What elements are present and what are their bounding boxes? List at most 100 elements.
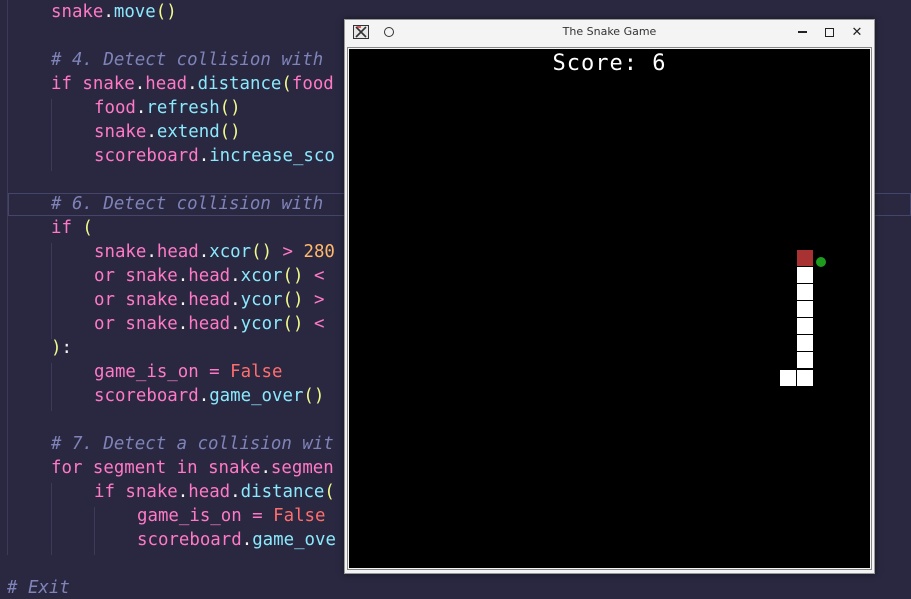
snake-segment: [796, 300, 814, 318]
code-token: snake: [51, 2, 104, 22]
game-canvas[interactable]: Score: 6: [349, 49, 870, 568]
code-token: extend: [156, 122, 220, 142]
code-token: if: [51, 218, 83, 238]
food-pellet: [816, 257, 826, 267]
snake-segment: [796, 351, 814, 369]
code-token: ycor: [240, 290, 283, 310]
code-token: xcor: [209, 242, 252, 262]
code-token: False: [230, 362, 283, 382]
code-token: snake: [82, 74, 135, 94]
indent-guide: [51, 363, 52, 411]
code-token: False: [273, 506, 326, 526]
code-token: or: [94, 290, 126, 310]
code-token: distance: [240, 482, 325, 502]
canvas-frame: Score: 6: [347, 47, 872, 570]
code-token: .: [177, 290, 189, 310]
code-token: (): [155, 2, 177, 22]
code-line: snake.extend(): [94, 120, 241, 144]
close-icon: ✕: [851, 24, 863, 40]
code-line: or snake.head.ycor() <: [94, 312, 324, 336]
snake-segment: [796, 266, 814, 284]
code-token: # 7. Detect a collision wit: [51, 434, 334, 454]
code-token: ycor: [240, 314, 283, 334]
code-token: (): [251, 242, 273, 262]
maximize-icon: [824, 27, 834, 37]
code-line: or snake.head.ycor() >: [94, 288, 324, 312]
minimize-button[interactable]: [789, 20, 815, 44]
code-token: <: [303, 266, 325, 286]
snake-game-window[interactable]: The Snake Game ✕ Score: 6: [344, 19, 875, 574]
code-token: if: [94, 482, 126, 502]
indent-guide: [51, 483, 52, 555]
code-token: (: [324, 482, 335, 502]
code-token: scoreboard: [94, 386, 199, 406]
code-token: .: [260, 458, 271, 478]
code-token: snake: [125, 314, 178, 334]
titlebar[interactable]: The Snake Game ✕: [345, 20, 874, 44]
code-token: (): [219, 122, 241, 142]
code-token: =: [241, 506, 274, 526]
indent-guide: [7, 0, 8, 555]
code-token: (: [281, 74, 292, 94]
code-line: # 6. Detect collision with: [51, 192, 323, 216]
code-token: snake: [94, 242, 147, 262]
code-token: .: [198, 386, 210, 406]
code-token: game_is_on: [137, 506, 242, 526]
snake-head: [796, 249, 814, 267]
code-token: head: [188, 266, 231, 286]
code-token: distance: [197, 74, 282, 94]
code-token: # 4. Detect collision with: [51, 50, 324, 70]
code-token: =: [198, 362, 231, 382]
code-token: >: [272, 242, 304, 262]
code-line: scoreboard.game_over(): [94, 384, 324, 408]
minimize-icon: [797, 31, 807, 33]
code-token: .: [230, 482, 241, 502]
code-token: scoreboard: [137, 530, 242, 550]
snake-segment: [796, 369, 814, 387]
code-token: snake: [125, 482, 178, 502]
code-token: snake: [125, 290, 178, 310]
code-token: .: [135, 98, 147, 118]
code-token: .: [230, 314, 241, 334]
maximize-button[interactable]: [816, 20, 842, 44]
code-line: game_is_on = False: [94, 360, 282, 384]
code-token: snake: [125, 266, 178, 286]
code-token: .: [177, 266, 189, 286]
code-token: (): [219, 98, 241, 118]
code-line: ):: [51, 336, 72, 360]
code-token: <: [303, 314, 325, 334]
code-token: head: [188, 482, 231, 502]
code-token: snake: [208, 458, 261, 478]
code-token: # 6. Detect collision with: [51, 194, 324, 214]
code-token: head: [188, 314, 231, 334]
code-token: game_is_on: [94, 362, 199, 382]
code-token: .: [198, 146, 210, 166]
snake-segment: [779, 369, 797, 387]
indent-guide: [94, 507, 95, 555]
code-token: .: [103, 2, 114, 22]
code-token: .: [177, 314, 189, 334]
code-token: .: [177, 482, 189, 502]
snake-segment: [796, 334, 814, 352]
code-token: (): [303, 386, 325, 406]
code-token: >: [303, 290, 325, 310]
code-token: head: [145, 74, 188, 94]
code-token: move: [113, 2, 156, 22]
code-token: or: [94, 314, 126, 334]
code-line: if snake.head.distance(food: [51, 72, 334, 96]
code-line: game_is_on = False: [137, 504, 325, 528]
code-token: food: [94, 98, 136, 118]
code-line: scoreboard.game_ove: [137, 528, 336, 552]
code-token: segment: [92, 458, 167, 478]
close-button[interactable]: ✕: [844, 20, 870, 44]
indent-guide: [51, 243, 52, 339]
code-token: if: [51, 74, 83, 94]
code-token: food: [291, 74, 334, 94]
code-token: .: [230, 266, 241, 286]
code-token: (): [282, 266, 304, 286]
code-token: game_over: [209, 386, 304, 406]
code-token: .: [187, 74, 198, 94]
code-line: or snake.head.xcor() <: [94, 264, 324, 288]
code-line: # 7. Detect a collision wit: [51, 432, 334, 456]
code-token: .: [146, 122, 157, 142]
